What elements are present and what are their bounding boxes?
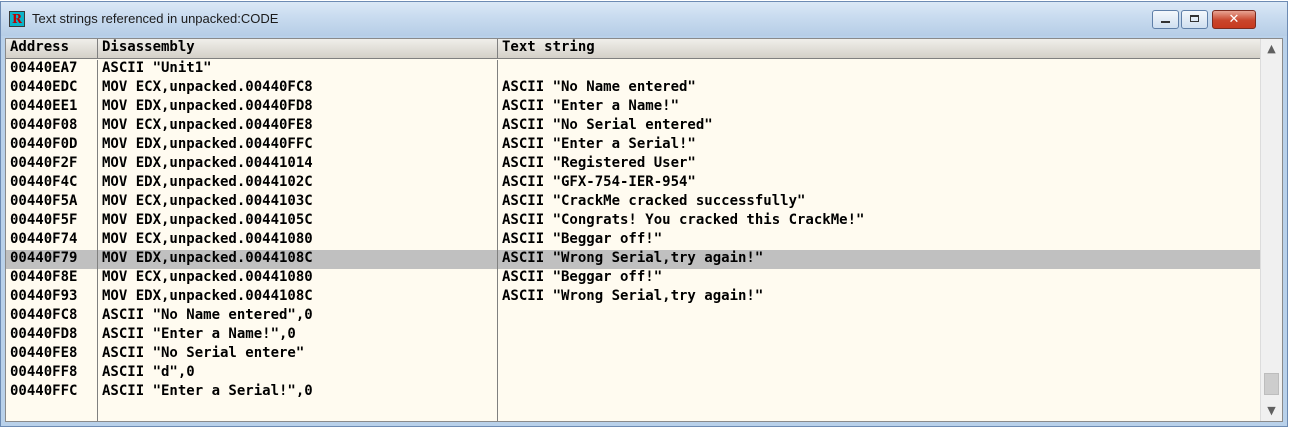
cell-text-string xyxy=(498,364,1260,383)
cell-address: 00440EDC xyxy=(10,79,78,95)
close-button[interactable]: ✕ xyxy=(1212,10,1256,29)
cell-address: 00440FFC xyxy=(10,383,78,399)
cell-address: 00440F93 xyxy=(10,288,78,304)
cell-disassembly: MOV EDX,unpacked.0044108C xyxy=(102,288,313,304)
cell-disassembly: MOV ECX,unpacked.0044103C xyxy=(102,193,313,209)
cell-text-string: ASCII "No Name entered" xyxy=(502,79,696,95)
cell-text-string xyxy=(498,60,1260,79)
cell-address: 00440F79 xyxy=(10,250,78,266)
window-title: Text strings referenced in unpacked:CODE xyxy=(32,11,279,26)
table-row[interactable]: 00440FC8 ASCII "No Name entered",0 xyxy=(6,307,1260,326)
table-header: Address Disassembly Text string xyxy=(6,39,1260,59)
cell-text-string: ASCII "Registered User" xyxy=(502,155,696,171)
table-row[interactable]: 00440F93 MOV EDX,unpacked.0044108C ASCII "… xyxy=(6,288,1260,307)
table-row[interactable]: 00440F2F MOV EDX,unpacked.00441014 ASCII "… xyxy=(6,155,1260,174)
cell-disassembly: MOV ECX,unpacked.00441080 xyxy=(102,269,313,285)
table-row[interactable]: 00440F08 MOV ECX,unpacked.00440FE8 ASCII "… xyxy=(6,117,1260,136)
cell-disassembly: MOV EDX,unpacked.00440FFC xyxy=(102,136,313,152)
cell-address: 00440F4C xyxy=(10,174,78,190)
cell-address: 00440FE8 xyxy=(10,345,78,361)
scroll-up-icon[interactable]: ▲ xyxy=(1261,39,1282,59)
cell-text-string: ASCII "No Serial entered" xyxy=(502,117,713,133)
maximize-button[interactable] xyxy=(1181,10,1208,29)
cell-disassembly: ASCII "Unit1" xyxy=(102,60,212,76)
vertical-scrollbar[interactable]: ▲ ▼ xyxy=(1260,39,1282,421)
cell-text-string: ASCII "Beggar off!" xyxy=(502,231,663,247)
cell-address: 00440EA7 xyxy=(10,60,78,76)
cell-address: 00440F74 xyxy=(10,231,78,247)
cell-disassembly: MOV EDX,unpacked.0044102C xyxy=(102,174,313,190)
title-bar[interactable]: R Text strings referenced in unpacked:CO… xyxy=(1,2,1287,36)
cell-address: 00440FF8 xyxy=(10,364,78,380)
strings-table: Address Disassembly Text string 00440FFC… xyxy=(5,38,1283,422)
minimize-button[interactable] xyxy=(1152,10,1179,29)
cell-address: 00440F5F xyxy=(10,212,78,228)
cell-address: 00440F8E xyxy=(10,269,78,285)
table-row[interactable]: 00440F74 MOV ECX,unpacked.00441080 ASCII "… xyxy=(6,231,1260,250)
table-row[interactable]: 00440FFC ASCII "Enter a Serial!",0 xyxy=(6,383,1260,402)
strings-window: R Text strings referenced in unpacked:CO… xyxy=(0,1,1288,427)
scroll-thumb[interactable] xyxy=(1264,373,1279,395)
cell-address: 00440F5A xyxy=(10,193,78,209)
cell-disassembly: MOV ECX,unpacked.00441080 xyxy=(102,231,313,247)
app-icon: R xyxy=(9,11,25,27)
table-row[interactable]: 00440F8E MOV ECX,unpacked.00441080 ASCII "… xyxy=(6,269,1260,288)
cell-address: 00440FC8 xyxy=(10,307,78,323)
table-row[interactable]: 00440EDC MOV ECX,unpacked.00440FC8 ASCII "… xyxy=(6,79,1260,98)
column-divider xyxy=(97,60,98,421)
table-row[interactable]: 00440F5A MOV ECX,unpacked.0044103C ASCII "… xyxy=(6,193,1260,212)
close-icon: ✕ xyxy=(1228,12,1240,27)
cell-text-string xyxy=(498,307,1260,326)
column-header-disassembly[interactable]: Disassembly xyxy=(98,39,498,58)
table-row[interactable]: 00440FF8 ASCII "d",0 xyxy=(6,364,1260,383)
table-row[interactable]: 00440F4C MOV EDX,unpacked.0044102C ASCII "… xyxy=(6,174,1260,193)
cell-disassembly: ASCII "Enter a Name!",0 xyxy=(102,326,296,342)
minimize-icon xyxy=(1161,21,1170,23)
cell-text-string xyxy=(498,326,1260,345)
cell-text-string: ASCII "Enter a Name!" xyxy=(502,98,680,114)
cell-text-string xyxy=(498,345,1260,364)
cell-text-string: ASCII "Wrong Serial,try again!" xyxy=(502,288,764,304)
cell-disassembly: ASCII "d",0 xyxy=(102,364,195,380)
cell-text-string: ASCII "Wrong Serial,try again!" xyxy=(502,250,764,266)
table-row[interactable]: 00440F79 MOV EDX,unpacked.0044108C ASCII "… xyxy=(6,250,1260,269)
table-row[interactable]: 00440EA7 ASCII "Unit1" xyxy=(6,60,1260,79)
cell-address: 00440FD8 xyxy=(10,326,78,342)
cell-address: 00440EE1 xyxy=(10,98,78,114)
cell-disassembly: MOV EDX,unpacked.0044105C xyxy=(102,212,313,228)
table-row[interactable]: 00440FE8 ASCII "No Serial entere" xyxy=(6,345,1260,364)
table-row[interactable]: 00440F5F MOV EDX,unpacked.0044105C ASCII "… xyxy=(6,212,1260,231)
cell-disassembly: MOV ECX,unpacked.00440FE8 xyxy=(102,117,313,133)
cell-text-string: ASCII "GFX-754-IER-954" xyxy=(502,174,696,190)
cell-text-string: ASCII "CrackMe cracked successfully" xyxy=(502,193,806,209)
cell-text-string: ASCII "Congrats! You cracked this CrackM… xyxy=(502,212,865,228)
cell-address: 00440F0D xyxy=(10,136,78,152)
cell-text-string: ASCII "Beggar off!" xyxy=(502,269,663,285)
cell-disassembly: MOV EDX,unpacked.00441014 xyxy=(102,155,313,171)
table-row[interactable]: 00440F0D MOV EDX,unpacked.00440FFC ASCII "… xyxy=(6,136,1260,155)
column-header-text-string[interactable]: Text string xyxy=(498,39,1260,58)
column-divider xyxy=(497,60,498,421)
column-header-address[interactable]: Address xyxy=(6,39,98,58)
cell-disassembly: MOV EDX,unpacked.00440FD8 xyxy=(102,98,313,114)
table-body: 00440FFC ASCII "Enter a Serial!",0 00440FF… xyxy=(6,60,1260,421)
cell-disassembly: ASCII "No Name entered",0 xyxy=(102,307,313,323)
table-row[interactable]: 00440FD8 ASCII "Enter a Name!",0 xyxy=(6,326,1260,345)
cell-disassembly: ASCII "No Serial entere" xyxy=(102,345,305,361)
cell-address: 00440F08 xyxy=(10,117,78,133)
table-row[interactable]: 00440EE1 MOV EDX,unpacked.00440FD8 ASCII "… xyxy=(6,98,1260,117)
scroll-down-icon[interactable]: ▼ xyxy=(1261,401,1282,421)
cell-text-string xyxy=(498,383,1260,402)
cell-disassembly: ASCII "Enter a Serial!",0 xyxy=(102,383,313,399)
cell-disassembly: MOV ECX,unpacked.00440FC8 xyxy=(102,79,313,95)
maximize-icon xyxy=(1190,15,1199,22)
cell-disassembly: MOV EDX,unpacked.0044108C xyxy=(102,250,313,266)
cell-address: 00440F2F xyxy=(10,155,78,171)
cell-text-string: ASCII "Enter a Serial!" xyxy=(502,136,696,152)
